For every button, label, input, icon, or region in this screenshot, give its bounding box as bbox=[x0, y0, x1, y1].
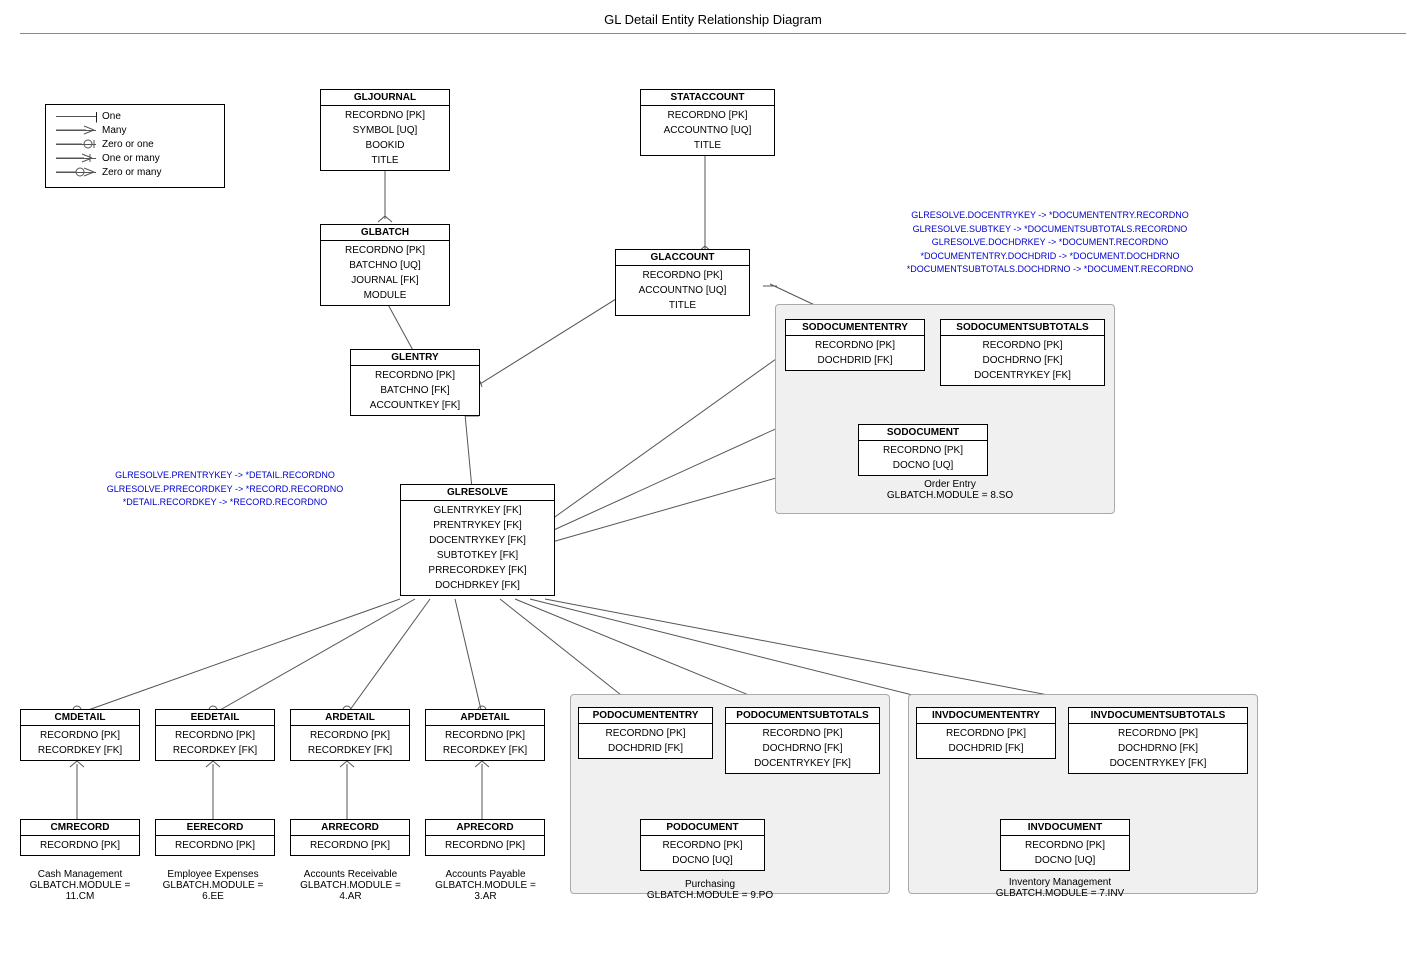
entity-podocument-name: PODOCUMENT bbox=[641, 820, 764, 836]
entity-sodocumententry-name: SODOCUMENTENTRY bbox=[786, 320, 924, 336]
entity-invdocumentsubtotals-name: INVDOCUMENTSUBTOTALS bbox=[1069, 708, 1247, 724]
entity-podocument-fields: RECORDNO [PK]DOCNO [UQ] bbox=[641, 836, 764, 870]
entity-invdocument-name: INVDOCUMENT bbox=[1001, 820, 1129, 836]
entity-invdocumentsubtotals: INVDOCUMENTSUBTOTALS RECORDNO [PK]DOCHDR… bbox=[1068, 707, 1248, 774]
entity-cmrecord: CMRECORD RECORDNO [PK] bbox=[20, 819, 140, 856]
entity-aprecord-name: APRECORD bbox=[426, 820, 544, 836]
entity-podocumententry-fields: RECORDNO [PK]DOCHDRID [FK] bbox=[579, 724, 712, 758]
legend-label-one-many: One or many bbox=[102, 153, 160, 164]
entity-podocumentsubtotals-fields: RECORDNO [PK]DOCHDRNO [FK]DOCENTRYKEY [F… bbox=[726, 724, 879, 773]
entity-gljournal-fields: RECORDNO [PK]SYMBOL [UQ]BOOKIDTITLE bbox=[321, 106, 449, 170]
entity-stataccount-fields: RECORDNO [PK]ACCOUNTNO [UQ]TITLE bbox=[641, 106, 774, 155]
ar-label: Accounts ReceivableGLBATCH.MODULE =4.AR bbox=[283, 869, 418, 902]
legend-line-zero-many bbox=[56, 172, 96, 173]
entity-invdocumententry: INVDOCUMENTENTRY RECORDNO [PK]DOCHDRID [… bbox=[916, 707, 1056, 759]
legend-label-one: One bbox=[102, 111, 121, 122]
entity-arrecord: ARRECORD RECORDNO [PK] bbox=[290, 819, 410, 856]
entity-glentry-fields: RECORDNO [PK]BATCHNO [FK]ACCOUNTKEY [FK] bbox=[351, 366, 479, 415]
legend-one-many: One or many bbox=[56, 153, 214, 164]
ee-label: Employee ExpensesGLBATCH.MODULE =6.EE bbox=[148, 869, 278, 902]
legend-label-many: Many bbox=[102, 125, 126, 136]
legend-line-one: | bbox=[56, 116, 96, 117]
entity-invdocumentsubtotals-fields: RECORDNO [PK]DOCHDRNO [FK]DOCENTRYKEY [F… bbox=[1069, 724, 1247, 773]
entity-invdocument: INVDOCUMENT RECORDNO [PK]DOCNO [UQ] bbox=[1000, 819, 1130, 871]
entity-gljournal-name: GLJOURNAL bbox=[321, 90, 449, 106]
entity-gljournal: GLJOURNAL RECORDNO [PK]SYMBOL [UQ]BOOKID… bbox=[320, 89, 450, 171]
entity-sodocumentsubtotals: SODOCUMENTSUBTOTALS RECORDNO [PK]DOCHDRN… bbox=[940, 319, 1105, 386]
entity-eedetail: EEDETAIL RECORDNO [PK]RECORDKEY [FK] bbox=[155, 709, 275, 761]
entity-invdocumententry-name: INVDOCUMENTENTRY bbox=[917, 708, 1055, 724]
entity-glbatch-fields: RECORDNO [PK]BATCHNO [UQ]JOURNAL [FK]MOD… bbox=[321, 241, 449, 305]
entity-aprecord: APRECORD RECORDNO [PK] bbox=[425, 819, 545, 856]
legend-many: Many bbox=[56, 125, 214, 136]
entity-glresolve-name: GLRESOLVE bbox=[401, 485, 554, 501]
po-label: PurchasingGLBATCH.MODULE = 9.PO bbox=[620, 879, 800, 901]
entity-apdetail-name: APDETAIL bbox=[426, 710, 544, 726]
entity-sodocumententry: SODOCUMENTENTRY RECORDNO [PK]DOCHDRID [F… bbox=[785, 319, 925, 371]
legend: | One Many Zero or one One or many bbox=[45, 104, 225, 188]
entity-cmdetail-fields: RECORDNO [PK]RECORDKEY [FK] bbox=[21, 726, 139, 760]
entity-stataccount: STATACCOUNT RECORDNO [PK]ACCOUNTNO [UQ]T… bbox=[640, 89, 775, 156]
legend-zero-one: Zero or one bbox=[56, 139, 214, 150]
entity-podocumententry: PODOCUMENTENTRY RECORDNO [PK]DOCHDRID [F… bbox=[578, 707, 713, 759]
entity-apdetail-fields: RECORDNO [PK]RECORDKEY [FK] bbox=[426, 726, 544, 760]
entity-eedetail-name: EEDETAIL bbox=[156, 710, 274, 726]
entity-eerecord-name: EERECORD bbox=[156, 820, 274, 836]
entity-glresolve-fields: GLENTRYKEY [FK]PRENTRYKEY [FK]DOCENTRYKE… bbox=[401, 501, 554, 595]
entity-eerecord-fields: RECORDNO [PK] bbox=[156, 836, 274, 855]
entity-podocumentsubtotals: PODOCUMENTSUBTOTALS RECORDNO [PK]DOCHDRN… bbox=[725, 707, 880, 774]
legend-zero-many: Zero or many bbox=[56, 167, 214, 178]
entity-glentry: GLENTRY RECORDNO [PK]BATCHNO [FK]ACCOUNT… bbox=[350, 349, 480, 416]
entity-cmdetail: CMDETAIL RECORDNO [PK]RECORDKEY [FK] bbox=[20, 709, 140, 761]
entity-podocumententry-name: PODOCUMENTENTRY bbox=[579, 708, 712, 724]
entity-sodocument: SODOCUMENT RECORDNO [PK]DOCNO [UQ] bbox=[858, 424, 988, 476]
entity-glaccount-fields: RECORDNO [PK]ACCOUNTNO [UQ]TITLE bbox=[616, 266, 749, 315]
entity-stataccount-name: STATACCOUNT bbox=[641, 90, 774, 106]
entity-sodocument-fields: RECORDNO [PK]DOCNO [UQ] bbox=[859, 441, 987, 475]
entity-podocument: PODOCUMENT RECORDNO [PK]DOCNO [UQ] bbox=[640, 819, 765, 871]
entity-cmrecord-name: CMRECORD bbox=[21, 820, 139, 836]
entity-glaccount-name: GLACCOUNT bbox=[616, 250, 749, 266]
entity-arrecord-name: ARRECORD bbox=[291, 820, 409, 836]
entity-glaccount: GLACCOUNT RECORDNO [PK]ACCOUNTNO [UQ]TIT… bbox=[615, 249, 750, 316]
entity-cmrecord-fields: RECORDNO [PK] bbox=[21, 836, 139, 855]
entity-cmdetail-name: CMDETAIL bbox=[21, 710, 139, 726]
right-note: GLRESOLVE.DOCENTRYKEY -> *DOCUMENTENTRY.… bbox=[840, 209, 1260, 277]
diagram-area: | One Many Zero or one One or many bbox=[0, 34, 1426, 974]
legend-label-zero-many: Zero or many bbox=[102, 167, 161, 178]
entity-sodocumentsubtotals-fields: RECORDNO [PK]DOCHDRNO [FK]DOCENTRYKEY [F… bbox=[941, 336, 1104, 385]
entity-glentry-name: GLENTRY bbox=[351, 350, 479, 366]
entity-apdetail: APDETAIL RECORDNO [PK]RECORDKEY [FK] bbox=[425, 709, 545, 761]
entity-aprecord-fields: RECORDNO [PK] bbox=[426, 836, 544, 855]
entity-sodocumententry-fields: RECORDNO [PK]DOCHDRID [FK] bbox=[786, 336, 924, 370]
entity-sodocumentsubtotals-name: SODOCUMENTSUBTOTALS bbox=[941, 320, 1104, 336]
entity-invdocumententry-fields: RECORDNO [PK]DOCHDRID [FK] bbox=[917, 724, 1055, 758]
entity-glbatch-name: GLBATCH bbox=[321, 225, 449, 241]
legend-line-zero-one bbox=[56, 144, 96, 145]
legend-line-one-many bbox=[56, 158, 96, 159]
entity-arrecord-fields: RECORDNO [PK] bbox=[291, 836, 409, 855]
legend-label-zero-one: Zero or one bbox=[102, 139, 154, 150]
ap-label: Accounts PayableGLBATCH.MODULE =3.AR bbox=[418, 869, 553, 902]
legend-line-many bbox=[56, 130, 96, 131]
entity-podocumentsubtotals-name: PODOCUMENTSUBTOTALS bbox=[726, 708, 879, 724]
page-title: GL Detail Entity Relationship Diagram bbox=[0, 0, 1426, 33]
entity-sodocument-name: SODOCUMENT bbox=[859, 425, 987, 441]
entity-ardetail-name: ARDETAIL bbox=[291, 710, 409, 726]
entity-eerecord: EERECORD RECORDNO [PK] bbox=[155, 819, 275, 856]
so-group-label: Order EntryGLBATCH.MODULE = 8.SO bbox=[820, 479, 1080, 501]
entity-ardetail-fields: RECORDNO [PK]RECORDKEY [FK] bbox=[291, 726, 409, 760]
left-note: GLRESOLVE.PRENTRYKEY -> *DETAIL.RECORDNO… bbox=[100, 469, 350, 510]
entity-eedetail-fields: RECORDNO [PK]RECORDKEY [FK] bbox=[156, 726, 274, 760]
legend-one: | One bbox=[56, 111, 214, 122]
entity-ardetail: ARDETAIL RECORDNO [PK]RECORDKEY [FK] bbox=[290, 709, 410, 761]
entity-glresolve: GLRESOLVE GLENTRYKEY [FK]PRENTRYKEY [FK]… bbox=[400, 484, 555, 596]
entity-glbatch: GLBATCH RECORDNO [PK]BATCHNO [UQ]JOURNAL… bbox=[320, 224, 450, 306]
inv-label: Inventory ManagementGLBATCH.MODULE = 7.I… bbox=[960, 877, 1160, 899]
cm-label: Cash ManagementGLBATCH.MODULE =11.CM bbox=[15, 869, 145, 902]
entity-invdocument-fields: RECORDNO [PK]DOCNO [UQ] bbox=[1001, 836, 1129, 870]
